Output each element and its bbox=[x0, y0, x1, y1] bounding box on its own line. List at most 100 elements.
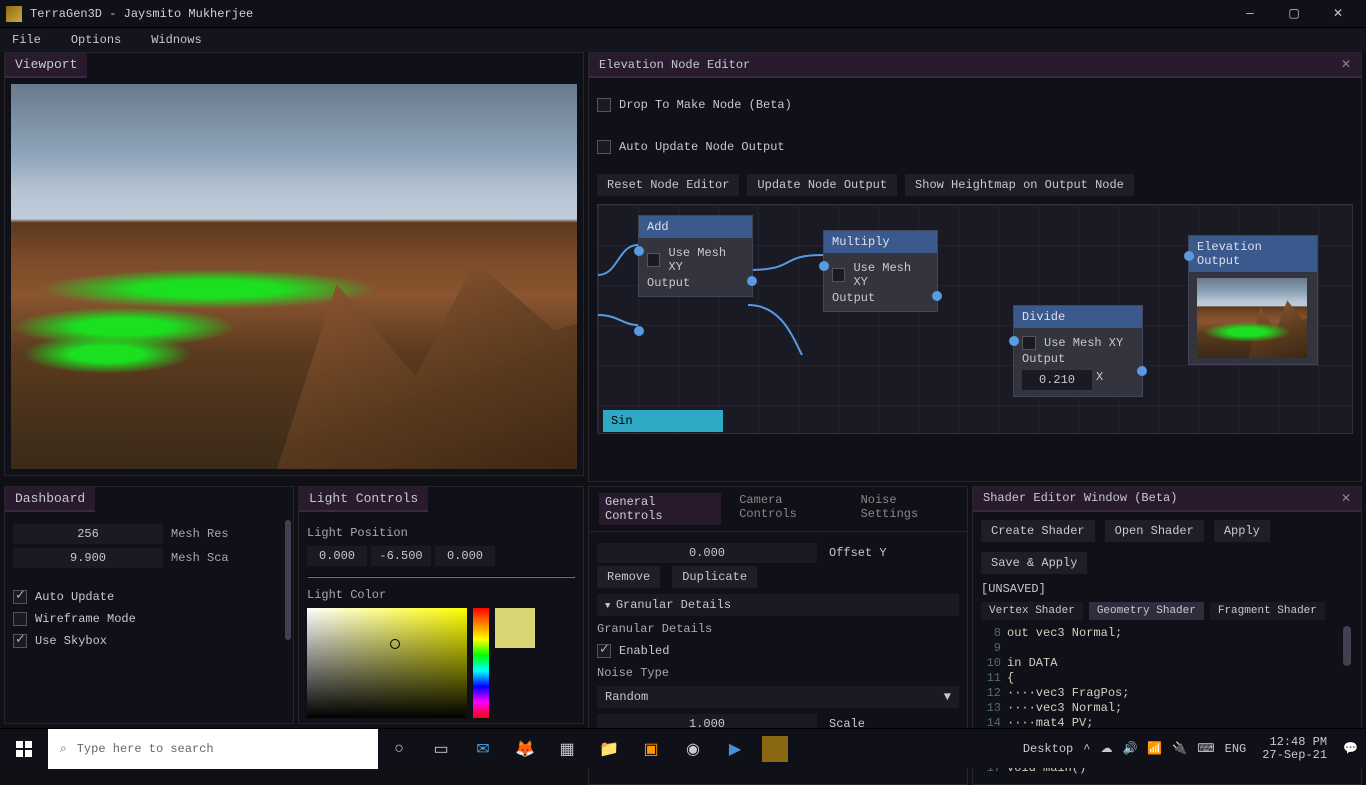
node-divide-value[interactable]: 0.210 bbox=[1022, 370, 1092, 390]
offset-y-input[interactable]: 0.000 bbox=[597, 543, 817, 563]
color-hue-slider[interactable] bbox=[473, 608, 489, 718]
tab-vertex[interactable]: Vertex Shader bbox=[981, 602, 1083, 620]
tab-camera[interactable]: Camera Controls bbox=[739, 493, 842, 525]
menu-options[interactable]: Options bbox=[71, 33, 121, 47]
node-divide-header: Divide bbox=[1014, 306, 1142, 328]
minimize-button[interactable]: ─ bbox=[1228, 0, 1272, 28]
taskbar-clock[interactable]: 12:48 PM 27-Sep-21 bbox=[1256, 736, 1333, 762]
wireframe-check[interactable]: Wireframe Mode bbox=[13, 612, 285, 626]
taskbar-search[interactable]: ⌕ Type here to search bbox=[48, 729, 378, 769]
node-add-usemesh[interactable]: Use Mesh XY bbox=[647, 246, 744, 274]
close-icon[interactable]: ✕ bbox=[1341, 57, 1351, 72]
skybox-check[interactable]: Use Skybox bbox=[13, 634, 285, 648]
open-shader-button[interactable]: Open Shader bbox=[1105, 520, 1204, 542]
node-multiply-usemesh[interactable]: Use Mesh XY bbox=[832, 261, 929, 289]
node-multiply-header: Multiply bbox=[824, 231, 937, 253]
node-elevation-header: Elevation Output bbox=[1189, 236, 1317, 272]
light-controls-panel: Light Controls Light Position 0.000 -6.5… bbox=[298, 486, 584, 724]
tab-fragment[interactable]: Fragment Shader bbox=[1210, 602, 1325, 620]
create-shader-button[interactable]: Create Shader bbox=[981, 520, 1095, 542]
light-controls-tab[interactable]: Light Controls bbox=[299, 487, 428, 512]
node-divide-usemesh[interactable]: Use Mesh XY bbox=[1022, 336, 1134, 350]
code-scrollbar[interactable] bbox=[1343, 626, 1351, 666]
node-sin-header: Sin bbox=[603, 410, 723, 432]
node-elevation-output[interactable]: Elevation Output bbox=[1188, 235, 1318, 365]
viewport-tab[interactable]: Viewport bbox=[5, 53, 87, 78]
firefox-icon[interactable]: 🦊 bbox=[510, 734, 540, 764]
granular-collapse[interactable]: Granular Details bbox=[597, 594, 959, 616]
remove-button[interactable]: Remove bbox=[597, 566, 660, 588]
window-title: TerraGen3D - Jaysmito Mukherjee bbox=[30, 7, 1228, 21]
auto-update-node-label: Auto Update Node Output bbox=[619, 140, 785, 154]
viewport-render[interactable] bbox=[11, 84, 577, 469]
terminal-icon[interactable]: ▶ bbox=[720, 734, 750, 764]
sublime-icon[interactable]: ▣ bbox=[636, 734, 666, 764]
desktop-label[interactable]: Desktop bbox=[1023, 742, 1073, 756]
maximize-button[interactable]: ▢ bbox=[1272, 0, 1316, 28]
node-multiply-output: Output bbox=[832, 291, 929, 305]
noise-type-dropdown[interactable]: Random ▼ bbox=[597, 686, 959, 708]
node-editor-panel: Elevation Node Editor ✕ Drop To Make Nod… bbox=[588, 52, 1362, 482]
apply-shader-button[interactable]: Apply bbox=[1214, 520, 1270, 542]
tab-geometry[interactable]: Geometry Shader bbox=[1089, 602, 1204, 620]
save-apply-button[interactable]: Save & Apply bbox=[981, 552, 1087, 574]
taskbar: ⌕ Type here to search ○ ▭ ✉ 🦊 ▦ 📁 ▣ ◉ ▶ … bbox=[0, 728, 1366, 768]
taskbar-icon[interactable]: ▭ bbox=[426, 734, 456, 764]
dashboard-panel: Dashboard 256 Mesh Res 9.900 Mesh Sca Au… bbox=[4, 486, 294, 724]
dashboard-tab[interactable]: Dashboard bbox=[5, 487, 95, 512]
start-button[interactable] bbox=[0, 729, 48, 769]
close-icon[interactable]: ✕ bbox=[1341, 491, 1351, 506]
node-sin[interactable]: Sin bbox=[603, 410, 723, 432]
node-editor-title[interactable]: Elevation Node Editor bbox=[599, 58, 750, 72]
task-view-icon[interactable]: ○ bbox=[384, 734, 414, 764]
search-icon: ⌕ bbox=[60, 742, 67, 756]
viewport-panel: Viewport bbox=[4, 52, 584, 476]
search-placeholder: Type here to search bbox=[77, 742, 214, 756]
explorer-icon[interactable]: 📁 bbox=[594, 734, 624, 764]
terragen-taskbar-icon[interactable] bbox=[762, 736, 788, 762]
onedrive-icon[interactable]: ☁ bbox=[1100, 741, 1112, 756]
light-x-input[interactable]: 0.000 bbox=[307, 546, 367, 566]
controls-tabs: General Controls Camera Controls Noise S… bbox=[589, 487, 967, 532]
light-position-label: Light Position bbox=[307, 526, 575, 540]
mail-icon[interactable]: ✉ bbox=[468, 734, 498, 764]
node-editor-tab: Elevation Node Editor ✕ bbox=[589, 53, 1361, 78]
show-heightmap-button[interactable]: Show Heightmap on Output Node bbox=[905, 174, 1134, 196]
volume-icon[interactable]: 🔊 bbox=[1122, 741, 1137, 756]
menu-file[interactable]: File bbox=[12, 33, 41, 47]
menu-windows[interactable]: Widnows bbox=[151, 33, 201, 47]
noise-type-label: Noise Type bbox=[597, 666, 959, 680]
mesh-sca-input[interactable]: 9.900 bbox=[13, 548, 163, 568]
tab-noise[interactable]: Noise Settings bbox=[861, 493, 957, 525]
close-button[interactable]: ✕ bbox=[1316, 0, 1360, 28]
node-add[interactable]: Add Use Mesh XY Output bbox=[638, 215, 753, 297]
tray-chevron-icon[interactable]: ^ bbox=[1083, 742, 1090, 756]
duplicate-button[interactable]: Duplicate bbox=[672, 566, 757, 588]
app-icon-1[interactable]: ▦ bbox=[552, 734, 582, 764]
notifications-icon[interactable]: 💬 bbox=[1343, 741, 1358, 756]
wifi-icon[interactable]: 📶 bbox=[1147, 741, 1162, 756]
node-canvas[interactable]: Add Use Mesh XY Output Multiply Use Mesh… bbox=[597, 204, 1353, 434]
light-y-input[interactable]: -6.500 bbox=[371, 546, 431, 566]
color-sv-picker[interactable] bbox=[307, 608, 467, 718]
node-add-header: Add bbox=[639, 216, 752, 238]
update-node-button[interactable]: Update Node Output bbox=[747, 174, 897, 196]
auto-update-node-check[interactable]: Auto Update Node Output bbox=[597, 140, 785, 154]
window-titlebar: TerraGen3D - Jaysmito Mukherjee ─ ▢ ✕ bbox=[0, 0, 1366, 28]
tab-general[interactable]: General Controls bbox=[599, 493, 721, 525]
elevation-preview bbox=[1197, 278, 1307, 358]
mesh-res-input[interactable]: 256 bbox=[13, 524, 163, 544]
dashboard-scrollbar[interactable] bbox=[285, 520, 291, 640]
node-multiply[interactable]: Multiply Use Mesh XY Output bbox=[823, 230, 938, 312]
light-z-input[interactable]: 0.000 bbox=[435, 546, 495, 566]
lang-indicator[interactable]: ENG bbox=[1225, 742, 1247, 756]
auto-update-check[interactable]: Auto Update bbox=[13, 590, 285, 604]
shader-editor-title[interactable]: Shader Editor Window (Beta) bbox=[983, 491, 1177, 506]
keyboard-icon[interactable]: ⌨ bbox=[1197, 741, 1214, 756]
battery-icon[interactable]: 🔌 bbox=[1172, 741, 1187, 756]
enabled-check[interactable]: Enabled bbox=[597, 644, 959, 658]
reset-node-button[interactable]: Reset Node Editor bbox=[597, 174, 739, 196]
node-divide[interactable]: Divide Use Mesh XY Output 0.210 X bbox=[1013, 305, 1143, 397]
drop-make-node-check[interactable]: Drop To Make Node (Beta) bbox=[597, 98, 792, 112]
chrome-icon[interactable]: ◉ bbox=[678, 734, 708, 764]
